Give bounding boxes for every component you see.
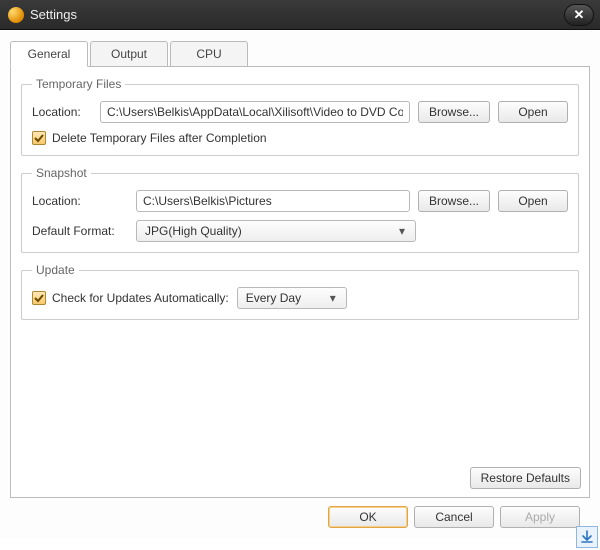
check-updates-row[interactable]: Check for Updates Automatically: bbox=[32, 291, 229, 305]
snapshot-format-value: JPG(High Quality) bbox=[145, 224, 393, 238]
snapshot-location-label: Location: bbox=[32, 194, 128, 208]
temp-browse-button[interactable]: Browse... bbox=[418, 101, 490, 123]
temp-open-label: Open bbox=[518, 105, 547, 119]
temp-location-input[interactable] bbox=[100, 101, 410, 123]
dialog-footer: OK Cancel Apply bbox=[10, 498, 590, 538]
temp-location-label: Location: bbox=[32, 105, 92, 119]
snapshot-format-label: Default Format: bbox=[32, 224, 128, 238]
download-indicator[interactable] bbox=[576, 526, 598, 548]
temp-browse-label: Browse... bbox=[429, 105, 479, 119]
ok-button[interactable]: OK bbox=[328, 506, 408, 528]
group-snapshot-legend: Snapshot bbox=[32, 166, 91, 180]
check-icon bbox=[34, 293, 44, 303]
snapshot-browse-label: Browse... bbox=[429, 194, 479, 208]
ok-label: OK bbox=[359, 510, 376, 524]
tab-cpu[interactable]: CPU bbox=[170, 41, 248, 67]
tab-cpu-label: CPU bbox=[196, 47, 221, 61]
apply-button[interactable]: Apply bbox=[500, 506, 580, 528]
delete-temp-checkbox-row[interactable]: Delete Temporary Files after Completion bbox=[32, 131, 267, 145]
restore-defaults-button[interactable]: Restore Defaults bbox=[470, 467, 581, 489]
check-icon bbox=[34, 133, 44, 143]
tab-strip: General Output CPU bbox=[10, 40, 590, 66]
tab-general[interactable]: General bbox=[10, 41, 88, 67]
tab-general-label: General bbox=[28, 47, 71, 61]
apply-label: Apply bbox=[525, 510, 555, 524]
cancel-label: Cancel bbox=[435, 510, 472, 524]
update-interval-value: Every Day bbox=[246, 291, 324, 305]
check-updates-label: Check for Updates Automatically: bbox=[52, 291, 229, 305]
snapshot-format-select[interactable]: JPG(High Quality) ▾ bbox=[136, 220, 416, 242]
tab-output[interactable]: Output bbox=[90, 41, 168, 67]
group-temporary-files: Temporary Files Location: Browse... Open… bbox=[21, 77, 579, 156]
group-temporary-files-legend: Temporary Files bbox=[32, 77, 125, 91]
tab-output-label: Output bbox=[111, 47, 147, 61]
chevron-down-icon: ▾ bbox=[393, 224, 411, 238]
group-update-legend: Update bbox=[32, 263, 79, 277]
cancel-button[interactable]: Cancel bbox=[414, 506, 494, 528]
temp-open-button[interactable]: Open bbox=[498, 101, 568, 123]
title-bar: Settings ✕ bbox=[0, 0, 600, 30]
app-icon bbox=[8, 7, 24, 23]
delete-temp-label: Delete Temporary Files after Completion bbox=[52, 131, 267, 145]
download-icon bbox=[580, 530, 594, 544]
snapshot-open-button[interactable]: Open bbox=[498, 190, 568, 212]
window-title: Settings bbox=[30, 7, 564, 22]
close-icon: ✕ bbox=[574, 7, 585, 23]
check-updates-checkbox[interactable] bbox=[32, 291, 46, 305]
update-interval-select[interactable]: Every Day ▾ bbox=[237, 287, 347, 309]
close-button[interactable]: ✕ bbox=[564, 4, 594, 26]
restore-defaults-label: Restore Defaults bbox=[481, 471, 570, 485]
snapshot-browse-button[interactable]: Browse... bbox=[418, 190, 490, 212]
tab-body: Temporary Files Location: Browse... Open… bbox=[10, 66, 590, 498]
group-snapshot: Snapshot Location: Browse... Open Defaul… bbox=[21, 166, 579, 253]
chevron-down-icon: ▾ bbox=[324, 291, 342, 305]
snapshot-location-input[interactable] bbox=[136, 190, 410, 212]
group-update: Update Check for Updates Automatically: … bbox=[21, 263, 579, 320]
content-area: General Output CPU Temporary Files Locat… bbox=[0, 30, 600, 538]
snapshot-open-label: Open bbox=[518, 194, 547, 208]
delete-temp-checkbox[interactable] bbox=[32, 131, 46, 145]
